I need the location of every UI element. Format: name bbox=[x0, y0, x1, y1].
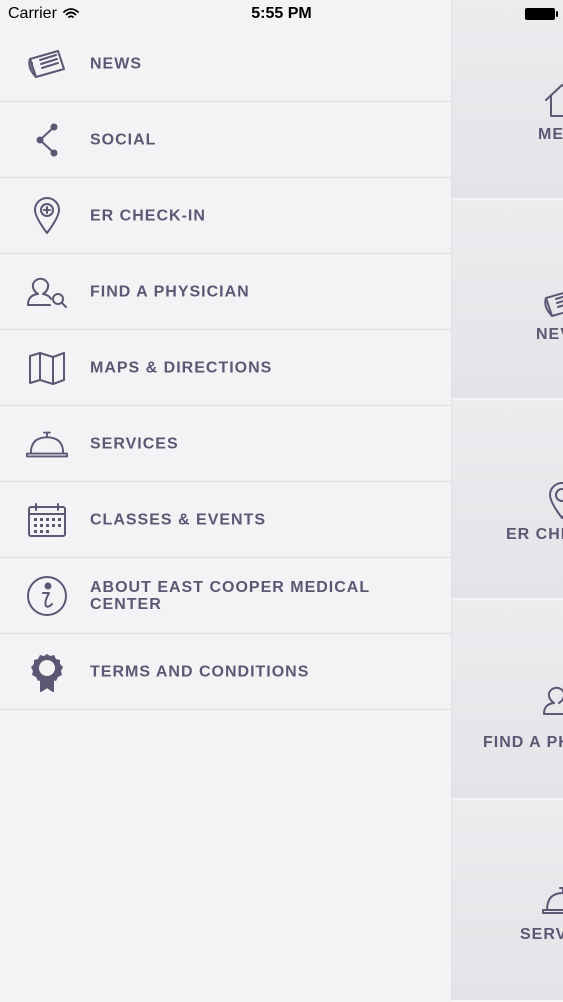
tile-label: FIND A PH bbox=[483, 734, 563, 751]
physician-icon bbox=[543, 686, 563, 715]
tile-medical[interactable]: ME bbox=[452, 0, 563, 200]
tile-er-check-in[interactable]: ER CHE bbox=[452, 400, 563, 600]
menu-item-label: ER CHECK-IN bbox=[90, 207, 206, 224]
menu-item-classes-events[interactable]: CLASSES & EVENTS bbox=[0, 482, 451, 558]
tile-label: ME bbox=[538, 126, 563, 143]
side-menu: NEWS SOCIAL ER CHECK-IN FIND A PHYSICIAN… bbox=[0, 0, 452, 1000]
calendar-icon bbox=[26, 499, 68, 541]
share-icon bbox=[26, 119, 68, 161]
ribbon-icon bbox=[26, 651, 68, 693]
menu-item-about[interactable]: ABOUT EAST COOPER MEDICAL CENTER bbox=[0, 558, 451, 634]
menu-item-er-check-in[interactable]: ER CHECK-IN bbox=[0, 178, 451, 254]
service-bell-icon bbox=[542, 887, 563, 914]
status-time: 5:55 PM bbox=[251, 5, 312, 22]
newspaper-icon bbox=[544, 292, 563, 317]
menu-item-label: TERMS AND CONDITIONS bbox=[90, 663, 310, 680]
menu-item-label: SOCIAL bbox=[90, 131, 157, 148]
tile-label: NEV bbox=[536, 326, 563, 343]
menu-item-label: ABOUT EAST COOPER MEDICAL CENTER bbox=[90, 578, 370, 613]
info-icon bbox=[26, 575, 68, 617]
menu-item-maps-directions[interactable]: MAPS & DIRECTIONS bbox=[0, 330, 451, 406]
menu-item-news[interactable]: NEWS bbox=[0, 26, 451, 102]
tile-label: SERV bbox=[520, 926, 563, 943]
home-tiles: ME NEV ER CHE FIND A PH SERV bbox=[452, 0, 563, 1002]
tile-services[interactable]: SERV bbox=[452, 800, 563, 1002]
menu-item-find-physician[interactable]: FIND A PHYSICIAN bbox=[0, 254, 451, 330]
menu-item-social[interactable]: SOCIAL bbox=[0, 102, 451, 178]
menu-item-label: MAPS & DIRECTIONS bbox=[90, 359, 273, 376]
battery-icon bbox=[525, 8, 558, 20]
tile-find-physician[interactable]: FIND A PH bbox=[452, 600, 563, 800]
map-icon bbox=[26, 347, 68, 389]
menu-item-terms[interactable]: TERMS AND CONDITIONS bbox=[0, 634, 451, 710]
menu-item-label: CLASSES & EVENTS bbox=[90, 511, 267, 528]
menu-item-label: NEWS bbox=[90, 55, 142, 72]
home-icon bbox=[545, 84, 563, 117]
menu-item-label: SERVICES bbox=[90, 435, 179, 452]
tile-label: ER CHE bbox=[506, 526, 563, 543]
service-bell-icon bbox=[26, 423, 68, 465]
physician-search-icon bbox=[26, 271, 68, 313]
status-bar: Carrier 5:55 PM bbox=[0, 0, 563, 30]
menu-list: NEWS SOCIAL ER CHECK-IN FIND A PHYSICIAN… bbox=[0, 26, 451, 710]
tile-news[interactable]: NEV bbox=[452, 200, 563, 400]
menu-item-services[interactable]: SERVICES bbox=[0, 406, 451, 482]
location-pin-icon bbox=[549, 482, 563, 519]
newspaper-icon bbox=[26, 43, 68, 85]
location-pin-plus-icon bbox=[26, 195, 68, 237]
menu-item-label: FIND A PHYSICIAN bbox=[90, 283, 250, 300]
